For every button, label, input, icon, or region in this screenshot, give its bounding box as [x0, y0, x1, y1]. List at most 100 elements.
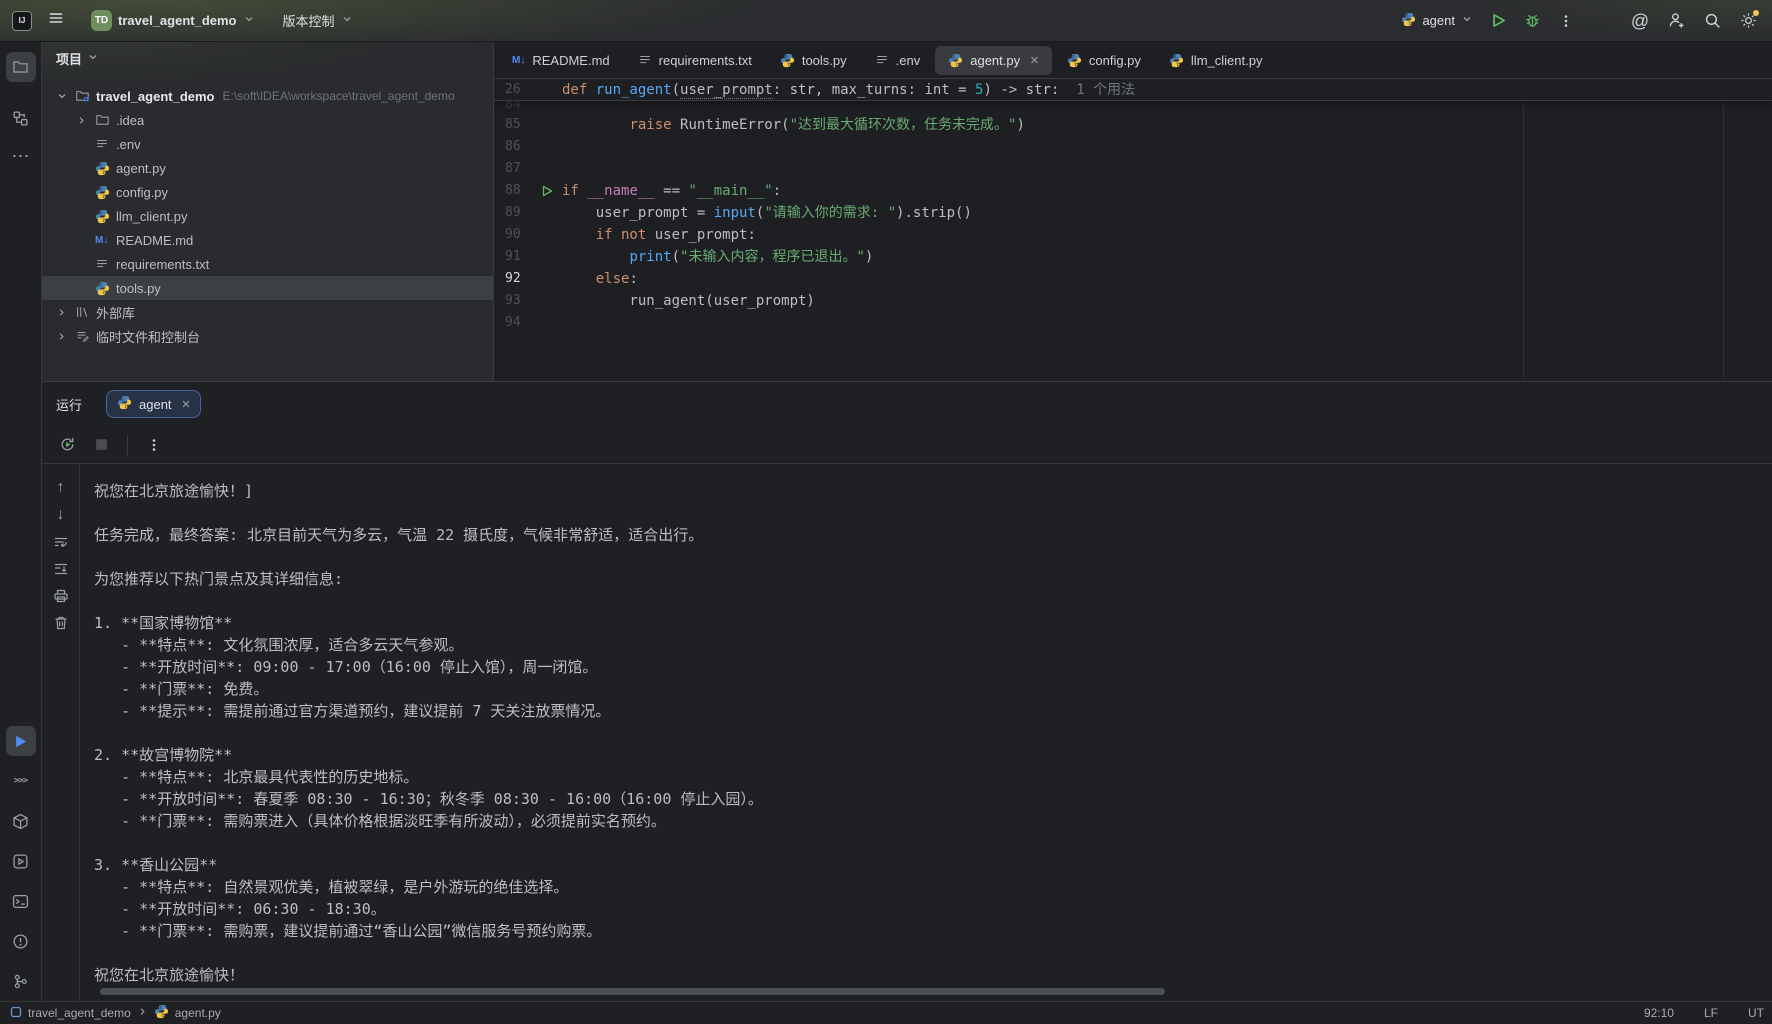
tree-item-README.md[interactable]: M↓README.md: [42, 228, 493, 252]
problems-tool-button[interactable]: [6, 926, 36, 956]
tree-item-agent.py[interactable]: agent.py: [42, 156, 493, 180]
tree-item-临时文件和控制台[interactable]: 临时文件和控制台: [42, 324, 493, 348]
stop-icon: [94, 437, 109, 452]
python-packages-tool-button[interactable]: [6, 806, 36, 836]
print-button[interactable]: [49, 586, 73, 606]
code-lines: 8485 raise RuntimeError("达到最大循环次数，任务未完成。…: [494, 79, 1772, 334]
stop-button: [88, 432, 114, 458]
gutter-slot: [531, 136, 562, 158]
wrap-guide-line: [1523, 79, 1524, 381]
tab-agent.py[interactable]: agent.py×: [935, 46, 1052, 75]
chevron-right-icon[interactable]: [76, 115, 95, 126]
search-everywhere-button[interactable]: [1698, 7, 1726, 35]
tab-requirements.txt[interactable]: requirements.txt: [625, 46, 765, 75]
tree-item-config.py[interactable]: config.py: [42, 180, 493, 204]
chevron-right-icon[interactable]: [56, 307, 75, 318]
tab-label: llm_client.py: [1191, 53, 1263, 68]
tree-item-llm_client.py[interactable]: llm_client.py: [42, 204, 493, 228]
console-output[interactable]: 祝您在北京旅途愉快！]任务完成，最终答案: 北京目前天气为多云，气温 22 摄氏…: [80, 464, 1772, 1001]
console-line: [94, 546, 1772, 568]
console-line: - **开放时间**: 06:30 - 18:30。: [94, 898, 1772, 920]
tree-item-外部库[interactable]: 外部库: [42, 300, 493, 324]
line-number: 89: [505, 202, 531, 224]
gutter-slot: [531, 224, 562, 246]
debug-button[interactable]: [1518, 7, 1546, 35]
chevron-down-icon: [341, 13, 353, 28]
sticky-line: 26def run_agent(user_prompt: str, max_tu…: [494, 79, 1772, 101]
code-text: if __name__ == "__main__":: [562, 180, 1772, 202]
gutter-slot: [531, 114, 562, 136]
token: "请输入你的需求: ": [764, 205, 896, 221]
status-breadcrumb[interactable]: travel_agent_demo agent.py: [10, 1004, 221, 1022]
soft-wrap-button[interactable]: [49, 532, 73, 552]
tree-item-.idea[interactable]: .idea: [42, 108, 493, 132]
services-tool-button[interactable]: [6, 846, 36, 876]
line-number: 91: [505, 246, 531, 268]
tree-item-tools.py[interactable]: tools.py: [42, 276, 493, 300]
run-button[interactable]: [1484, 7, 1512, 35]
line-number: 92: [505, 268, 531, 290]
scroll-to-end-button[interactable]: [49, 559, 73, 579]
scroll-down-button[interactable]: ↓: [49, 505, 73, 525]
project-panel-header[interactable]: 项目: [42, 42, 493, 74]
more-options[interactable]: [141, 432, 167, 458]
code-editor[interactable]: 26def run_agent(user_prompt: str, max_tu…: [494, 79, 1772, 381]
python-console-tool-button[interactable]: >>>: [6, 766, 36, 796]
tree-item-label: requirements.txt: [116, 257, 209, 272]
run-tool-button[interactable]: [6, 726, 36, 756]
scroll-up-button[interactable]: ↑: [49, 478, 73, 498]
ide-logo: IJ: [12, 11, 32, 31]
code-line-91: 91 print("未输入内容，程序已退出。"): [494, 246, 1772, 268]
console-line: [94, 722, 1772, 744]
tab-README.md[interactable]: M↓README.md: [499, 46, 623, 75]
python-packages-tool-icon: [12, 813, 29, 830]
vcs-widget[interactable]: 版本控制: [276, 7, 360, 34]
project-widget[interactable]: TD travel_agent_demo: [84, 6, 262, 35]
project-avatar: TD: [91, 10, 112, 31]
project-tool-button[interactable]: [6, 52, 36, 82]
terminal-tool-button[interactable]: [6, 886, 36, 916]
version-control-tool-button[interactable]: [6, 966, 36, 996]
scroll-to-end-icon: [53, 561, 69, 577]
tab-tools.py[interactable]: tools.py: [767, 46, 860, 75]
markdown-icon: M↓: [512, 55, 525, 66]
tab-config.py[interactable]: config.py: [1054, 46, 1154, 75]
code-line-87: 87: [494, 158, 1772, 180]
more-run-options[interactable]: [1552, 7, 1580, 35]
code-line-90: 90 if not user_prompt:: [494, 224, 1772, 246]
chevron-down-icon[interactable]: [56, 90, 75, 102]
tree-item-label: README.md: [116, 233, 193, 248]
code-with-me-button[interactable]: [1662, 7, 1690, 35]
more-tool-windows-button[interactable]: ⋯: [6, 141, 36, 171]
project-widget-label: travel_agent_demo: [118, 13, 237, 28]
run-tab-agent[interactable]: agent ×: [106, 390, 201, 418]
tab-llm_client.py[interactable]: llm_client.py: [1156, 46, 1276, 75]
tab-.env[interactable]: .env: [862, 46, 934, 75]
line-separator[interactable]: LF: [1700, 1004, 1722, 1022]
clear-all-button[interactable]: [49, 613, 73, 633]
code-text: user_prompt = input("请输入你的需求: ").strip(): [562, 202, 1772, 224]
tree-item-requirements.txt[interactable]: requirements.txt: [42, 252, 493, 276]
chevron-right-icon[interactable]: [56, 331, 75, 342]
editor-tab-bar: M↓README.mdrequirements.txttools.py.enva…: [494, 42, 1772, 79]
ai-assistant-button[interactable]: @: [1626, 7, 1654, 35]
tree-item-travel_agent_demo[interactable]: travel_agent_demoE:\soft\IDEA\workspace\…: [42, 84, 493, 108]
horizontal-scrollbar[interactable]: [100, 988, 1165, 995]
settings-button[interactable]: [1734, 7, 1762, 35]
line-number: 87: [505, 158, 531, 180]
scratch-icon: [75, 329, 96, 343]
code-text: [562, 158, 1772, 180]
project-tree: travel_agent_demoE:\soft\IDEA\workspace\…: [42, 74, 493, 348]
caret-position[interactable]: 92:10: [1640, 1004, 1678, 1022]
structure-tool-button[interactable]: [6, 103, 36, 133]
main-menu-button[interactable]: [42, 7, 70, 35]
run-configuration-selector[interactable]: agent: [1394, 8, 1480, 34]
tree-item-.env[interactable]: .env: [42, 132, 493, 156]
gutter-slot: [531, 158, 562, 180]
close-icon[interactable]: ×: [182, 397, 191, 412]
file-encoding[interactable]: UT: [1744, 1004, 1768, 1022]
run-line-icon[interactable]: [531, 180, 562, 202]
code-line-89: 89 user_prompt = input("请输入你的需求: ").stri…: [494, 202, 1772, 224]
close-icon[interactable]: ×: [1030, 53, 1039, 68]
rerun-button[interactable]: [54, 432, 80, 458]
